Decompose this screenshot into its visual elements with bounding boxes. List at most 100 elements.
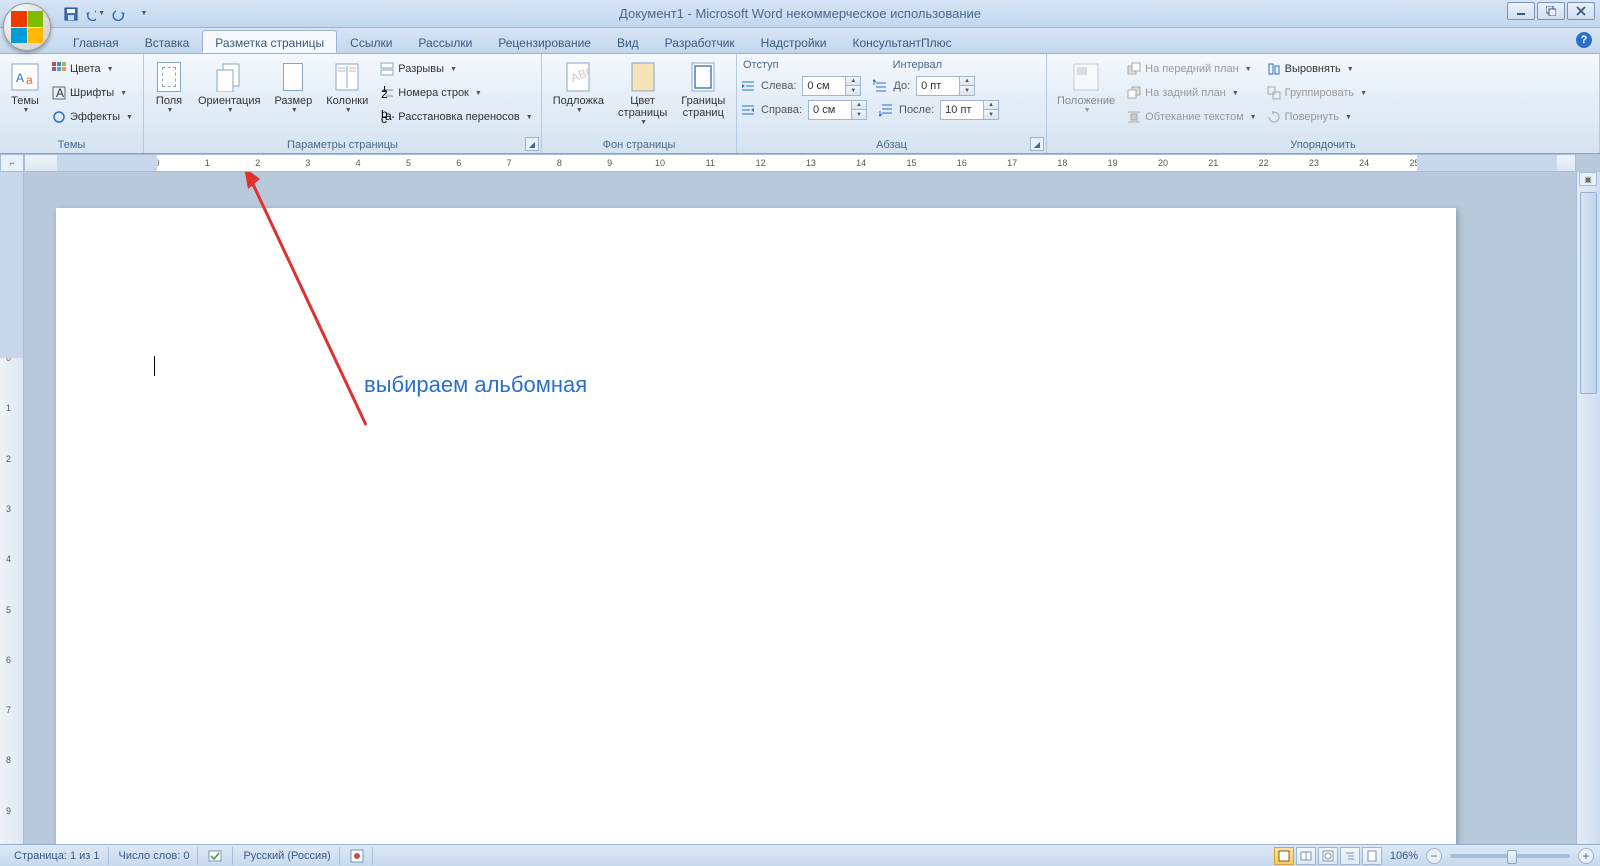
view-outline[interactable] xyxy=(1340,847,1360,865)
office-button[interactable] xyxy=(3,3,51,51)
indent-right-input[interactable]: ▲▼ xyxy=(808,100,867,120)
bring-to-front-button[interactable]: На передний план▼ xyxy=(1123,58,1260,80)
view-print-layout[interactable] xyxy=(1274,847,1294,865)
ruler-toggle[interactable]: ▣ xyxy=(1579,172,1597,186)
vertical-ruler[interactable]: 321012345678910 xyxy=(0,172,24,844)
zoom-slider[interactable] xyxy=(1450,854,1570,858)
group-arrange: Положение▼ На передний план▼ На задний п… xyxy=(1047,54,1600,153)
ribbon: Aa Темы ▼ Цвета▼ A Шрифты▼ Эффекты▼ xyxy=(0,54,1600,154)
align-button[interactable]: Выровнять▼ xyxy=(1263,58,1371,80)
tab-home[interactable]: Главная xyxy=(60,30,132,53)
status-bar: Страница: 1 из 1 Число слов: 0 Русский (… xyxy=(0,844,1600,866)
horizontal-ruler[interactable]: 1012345678910111213141516171819202122232… xyxy=(24,154,1576,172)
tab-insert[interactable]: Вставка xyxy=(132,30,203,53)
page-viewport[interactable]: выбираем альбомная xyxy=(24,172,1576,844)
minimize-button[interactable] xyxy=(1507,2,1535,20)
rotate-button[interactable]: Повернуть▼ xyxy=(1263,106,1371,128)
page-color-icon xyxy=(631,62,655,92)
minimize-icon xyxy=(1516,6,1526,16)
view-web-layout[interactable] xyxy=(1318,847,1338,865)
fonts-icon: A xyxy=(52,86,66,100)
view-full-screen[interactable] xyxy=(1296,847,1316,865)
title-bar: ▼ ▼ Документ1 - Microsoft Word некоммерч… xyxy=(0,0,1600,28)
orientation-icon xyxy=(215,62,243,92)
redo-button[interactable] xyxy=(108,3,130,25)
spacing-after-input[interactable]: ▲▼ xyxy=(940,100,999,120)
tab-consultant[interactable]: КонсультантПлюс xyxy=(840,30,965,53)
columns-button[interactable]: Колонки▼ xyxy=(320,56,374,118)
group-icon xyxy=(1267,86,1281,100)
position-icon xyxy=(1072,62,1100,92)
breaks-button[interactable]: Разрывы▼ xyxy=(376,58,536,80)
columns-icon xyxy=(335,63,359,91)
tab-addins[interactable]: Надстройки xyxy=(748,30,840,53)
zoom-in-button[interactable]: + xyxy=(1578,848,1594,864)
view-draft[interactable] xyxy=(1362,847,1382,865)
watermark-icon: ABC xyxy=(566,62,590,92)
status-macro[interactable] xyxy=(342,847,373,865)
tab-developer[interactable]: Разработчик xyxy=(652,30,748,53)
page-color-button[interactable]: Цвет страницы▼ xyxy=(612,56,673,130)
theme-colors-button[interactable]: Цвета▼ xyxy=(48,58,137,80)
hyphenation-button[interactable]: ba-c Расстановка переносов▼ xyxy=(376,106,536,128)
svg-text:A: A xyxy=(16,71,24,85)
status-word-count[interactable]: Число слов: 0 xyxy=(111,847,199,865)
tab-page-layout[interactable]: Разметка страницы xyxy=(202,30,337,53)
zoom-level[interactable]: 106% xyxy=(1390,850,1418,862)
save-icon xyxy=(64,7,78,21)
maximize-button[interactable] xyxy=(1537,2,1565,20)
help-button[interactable]: ? xyxy=(1576,32,1592,48)
line-numbers-button[interactable]: 12 Номера строк▼ xyxy=(376,82,536,104)
position-button[interactable]: Положение▼ xyxy=(1051,56,1121,118)
theme-effects-button[interactable]: Эффекты▼ xyxy=(48,106,137,128)
group-paragraph: Отступ Интервал Слева: ▲▼ До: ▲▼ Справа:… xyxy=(737,54,1047,153)
paragraph-launcher[interactable]: ◢ xyxy=(1030,137,1044,151)
group-page-setup: Поля▼ Ориентация▼ Размер▼ Колонки▼ Разры… xyxy=(144,54,542,153)
close-button[interactable] xyxy=(1567,2,1595,20)
vertical-scrollbar[interactable] xyxy=(1576,172,1600,844)
draft-icon xyxy=(1366,850,1378,862)
margins-button[interactable]: Поля▼ xyxy=(148,56,190,118)
close-icon xyxy=(1576,6,1586,16)
indent-left-input[interactable]: ▲▼ xyxy=(802,76,861,96)
zoom-out-button[interactable]: − xyxy=(1426,848,1442,864)
web-icon xyxy=(1322,850,1334,862)
indent-left-icon xyxy=(741,79,755,93)
annotation-text: выбираем альбомная xyxy=(364,372,587,398)
watermark-button[interactable]: ABC Подложка▼ xyxy=(547,56,610,118)
send-back-icon xyxy=(1127,86,1141,100)
undo-button[interactable]: ▼ xyxy=(84,3,106,25)
status-language[interactable]: Русский (Россия) xyxy=(235,847,339,865)
document-workspace: ⌐ 10123456789101112131415161718192021222… xyxy=(0,154,1600,844)
size-button[interactable]: Размер▼ xyxy=(268,56,318,118)
orientation-button[interactable]: Ориентация▼ xyxy=(192,56,266,118)
themes-icon: Aa xyxy=(10,60,40,94)
office-logo-icon xyxy=(11,11,43,43)
tab-mailings[interactable]: Рассылки xyxy=(405,30,485,53)
status-proofing[interactable] xyxy=(200,847,233,865)
margins-icon xyxy=(157,62,181,92)
spacing-before-icon xyxy=(873,79,887,93)
hyphenation-icon: ba-c xyxy=(380,110,394,124)
qat-customize-button[interactable]: ▼ xyxy=(132,3,154,25)
page-setup-launcher[interactable]: ◢ xyxy=(525,137,539,151)
tab-references[interactable]: Ссылки xyxy=(337,30,405,53)
send-to-back-button[interactable]: На задний план▼ xyxy=(1123,82,1260,104)
group-objects-button[interactable]: Группировать▼ xyxy=(1263,82,1371,104)
save-button[interactable] xyxy=(60,3,82,25)
theme-fonts-button[interactable]: A Шрифты▼ xyxy=(48,82,137,104)
document-page[interactable]: выбираем альбомная xyxy=(56,208,1456,844)
tab-view[interactable]: Вид xyxy=(604,30,652,53)
effects-icon xyxy=(52,110,66,124)
svg-text:c: c xyxy=(381,112,387,124)
status-page[interactable]: Страница: 1 из 1 xyxy=(6,847,109,865)
dropdown-icon: ▼ xyxy=(141,10,148,17)
reading-icon xyxy=(1300,850,1312,862)
text-wrapping-button[interactable]: Обтекание текстом▼ xyxy=(1123,106,1260,128)
tab-review[interactable]: Рецензирование xyxy=(485,30,604,53)
page-borders-button[interactable]: Границы страниц xyxy=(675,56,731,123)
themes-button[interactable]: Aa Темы ▼ xyxy=(4,56,46,118)
spacing-before-input[interactable]: ▲▼ xyxy=(916,76,975,96)
ruler-corner[interactable]: ⌐ xyxy=(0,154,24,172)
undo-icon xyxy=(85,7,96,21)
